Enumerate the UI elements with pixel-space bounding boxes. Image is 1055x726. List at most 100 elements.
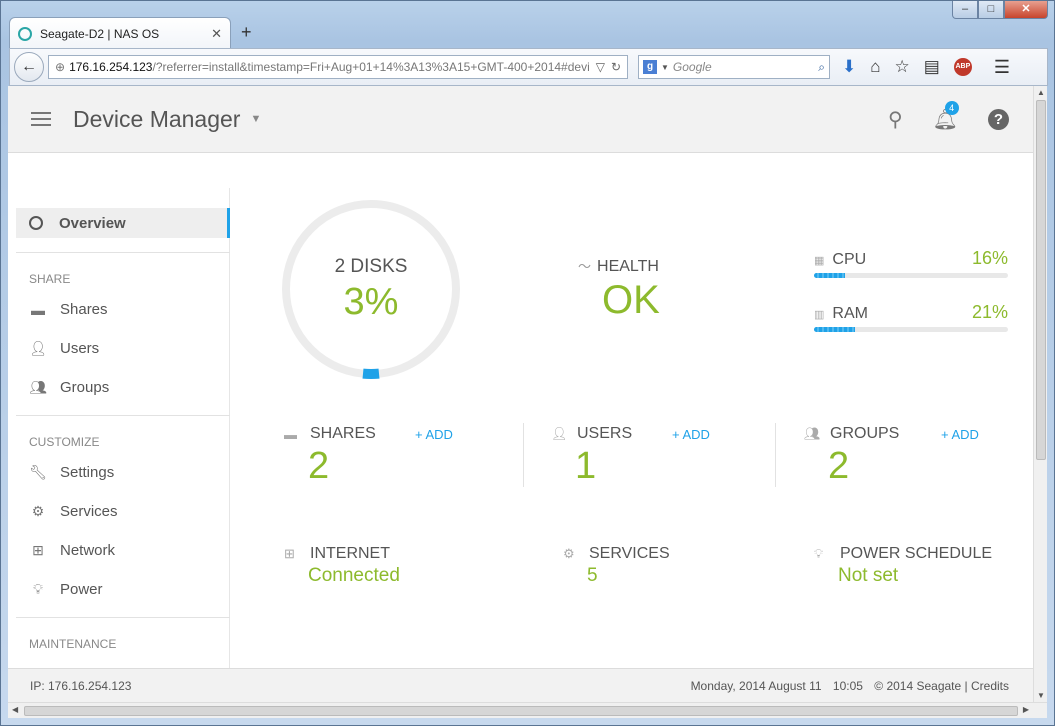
scroll-up-icon[interactable]: ▲ [1037, 88, 1045, 97]
reload-icon[interactable]: ↻ [611, 60, 621, 74]
minimize-icon[interactable]: – [952, 1, 978, 19]
url-path: /?referrer=install&timestamp=Fri+Aug+01+… [152, 60, 590, 74]
help-icon[interactable]: ? [988, 109, 1009, 130]
scroll-right-icon[interactable]: ▶ [1023, 705, 1029, 714]
sidebar-item-label: Groups [60, 379, 110, 396]
sidebar-item-overview[interactable]: Overview [16, 208, 230, 238]
search-icon[interactable]: ⌕ [818, 60, 825, 75]
ram-label: RAM [832, 305, 868, 322]
hamburger-menu-icon[interactable] [31, 108, 51, 130]
sidebar-item-network[interactable]: ⊞ Network [16, 531, 230, 570]
globe-icon: ⊕ [55, 60, 66, 74]
cpu-label: CPU [832, 251, 867, 268]
new-tab-icon[interactable]: + [241, 22, 252, 43]
chevron-down-icon[interactable]: ▼ [250, 113, 261, 125]
gear-icon: ⚙ [31, 503, 45, 519]
sidebar-item-label: Settings [60, 464, 115, 481]
dropdown-arrow-icon[interactable]: ▽ [596, 60, 605, 74]
sidebar-divider-line [16, 252, 230, 253]
browser-menu-icon[interactable]: ☰ [994, 57, 1010, 78]
shares-stat[interactable]: ▬ SHARES + ADD 2 [284, 425, 484, 488]
groups-label: GROUPS [830, 425, 900, 442]
folder-icon: ▬ [284, 426, 297, 442]
sidebar-item-label: Power [60, 581, 103, 598]
services-status[interactable]: ⚙ SERVICES 5 [563, 545, 670, 587]
tab-close-icon[interactable]: ✕ [211, 26, 222, 42]
back-button[interactable]: ← [14, 52, 44, 82]
app-header: Device Manager ▼ ⚲ 🔔︎ 4 ? [8, 86, 1033, 153]
footer-ip: IP: 176.16.254.123 [30, 678, 132, 693]
bookmarks-list-icon[interactable]: ▤ [924, 57, 940, 77]
compass-icon [29, 216, 43, 230]
cpu-chip-icon: ▦ [814, 255, 825, 267]
internet-status[interactable]: ⊞ INTERNET Connected [284, 545, 400, 587]
horizontal-scroll-thumb[interactable] [24, 706, 1018, 716]
lightbulb-icon: 💡︎ [33, 581, 43, 597]
maximize-icon[interactable]: □ [978, 1, 1004, 19]
sidebar-section-maintenance: MAINTENANCE [29, 637, 117, 651]
scroll-left-icon[interactable]: ◀ [12, 705, 18, 714]
app-footer: IP: 176.16.254.123 Monday, 2014 August 1… [8, 668, 1033, 702]
sidebar-item-shares[interactable]: ▬ Shares [16, 290, 230, 329]
scroll-down-icon[interactable]: ▼ [1037, 691, 1045, 700]
groups-count: 2 [828, 445, 850, 487]
google-icon[interactable]: g [643, 60, 657, 74]
users-label: USERS [577, 425, 633, 442]
user-icon: 👤︎ [551, 426, 568, 441]
search-icon[interactable]: ⚲ [888, 107, 903, 132]
power-schedule-status[interactable]: 💡︎ POWER SCHEDULE Not set [814, 545, 992, 587]
notifications-bell-icon[interactable]: 🔔︎ 4 [933, 101, 959, 132]
search-engine-caret-icon[interactable]: ▼ [661, 63, 669, 72]
cpu-bar-fill [814, 273, 846, 278]
cpu-meter: ▦ CPU 16% [814, 248, 1008, 278]
ram-bar [814, 327, 1008, 332]
sidebar-item-label: Services [60, 503, 118, 520]
sidebar-item-settings[interactable]: 🔧︎ Settings [16, 453, 230, 492]
download-icon[interactable]: ⬇ [842, 57, 856, 77]
sidebar-item-services[interactable]: ⚙ Services [16, 492, 230, 531]
home-icon[interactable]: ⌂ [870, 57, 880, 77]
network-icon: ⊞ [284, 546, 295, 561]
sidebar-item-label: Overview [59, 214, 126, 232]
users-stat[interactable]: 👤︎ USERS + ADD 1 [551, 425, 751, 488]
disks-label: 2 DISKS [334, 256, 408, 277]
close-window-icon[interactable]: ✕ [1004, 1, 1048, 19]
url-host: 176.16.254.123 [69, 60, 153, 74]
sidebar-item-label: Network [60, 542, 116, 559]
disks-usage-value: 3% [343, 281, 399, 323]
group-icon: 👥︎ [29, 379, 47, 395]
tab-bar: Seagate-D2 | NAS OS ✕ + [9, 15, 252, 49]
sidebar-item-power[interactable]: 💡︎ Power [16, 570, 230, 609]
network-icon: ⊞ [32, 542, 44, 558]
vertical-scrollbar[interactable]: ▲ ▼ [1033, 86, 1047, 702]
vertical-scroll-thumb[interactable] [1036, 100, 1046, 460]
services-label: SERVICES [589, 545, 670, 562]
add-share-button[interactable]: + ADD [415, 427, 453, 442]
stat-separator [523, 423, 524, 487]
seagate-favicon-icon [18, 26, 32, 41]
page-title[interactable]: Device Manager [73, 106, 240, 133]
browser-tab[interactable]: Seagate-D2 | NAS OS ✕ [9, 17, 231, 49]
adblock-icon[interactable]: ABP [953, 58, 972, 76]
ram-bar-fill [814, 327, 855, 332]
footer-info: Monday, 2014 August 11 10:05 © 2014 Seag… [687, 679, 1009, 693]
sidebar-item-groups[interactable]: 👥︎ Groups [16, 368, 230, 407]
search-bar[interactable]: g ▼ Google ⌕ [638, 55, 830, 79]
folder-icon: ▬ [31, 301, 45, 318]
add-group-button[interactable]: + ADD [941, 427, 979, 442]
web-page: Device Manager ▼ ⚲ 🔔︎ 4 ? Overview SHARE … [8, 86, 1033, 702]
add-user-button[interactable]: + ADD [672, 427, 710, 442]
users-count: 1 [575, 445, 597, 487]
cpu-bar [814, 273, 1008, 278]
health-label-row: 〜 HEALTH [578, 256, 659, 276]
ram-module-icon: ▥ [814, 309, 825, 321]
bookmark-star-icon[interactable]: ☆ [895, 57, 910, 77]
sidebar: Overview SHARE ▬ Shares 👤︎ Users 👥︎ Groups … [16, 188, 230, 651]
internet-label: INTERNET [310, 545, 390, 562]
footer-copyright[interactable]: © 2014 Seagate | Credits [874, 679, 1009, 693]
sidebar-item-label: Users [60, 340, 100, 357]
sidebar-item-users[interactable]: 👤︎ Users [16, 329, 230, 368]
url-bar[interactable]: ⊕ 176.16.254.123 /?referrer=install&time… [48, 55, 628, 79]
groups-stat[interactable]: 👥︎ GROUPS + ADD 2 [804, 425, 1004, 488]
horizontal-scrollbar[interactable]: ◀ ▶ [8, 702, 1047, 718]
